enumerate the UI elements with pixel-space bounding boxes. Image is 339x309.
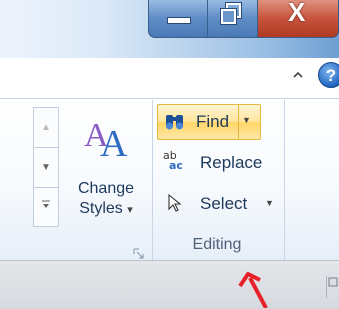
change-styles-button[interactable]: A A Change Styles ▾ [64, 104, 148, 230]
close-button[interactable]: X [258, 0, 339, 38]
split-divider [238, 105, 239, 139]
find-label: Find [196, 112, 230, 131]
ribbon-tab-strip [0, 58, 339, 98]
find-button[interactable]: Find ▼ [157, 104, 261, 140]
close-icon: X [288, 0, 306, 27]
title-bar: X [0, 0, 339, 58]
status-bar [0, 260, 339, 309]
binoculars-icon [164, 112, 186, 132]
replace-label: Replace [200, 153, 263, 172]
select-label: Select [200, 194, 248, 213]
dialog-launcher-icon[interactable] [133, 248, 144, 259]
styles-gallery-scroller: ▲ ▼ [33, 107, 59, 227]
minimize-button[interactable] [148, 0, 208, 38]
chevron-down-icon: ▼ [265, 198, 274, 208]
svg-text:A: A [100, 123, 128, 160]
chevron-down-icon: ▾ [127, 204, 133, 216]
restore-icon [220, 2, 243, 25]
cursor-arrow-icon [167, 193, 183, 212]
restore-button[interactable] [208, 0, 258, 38]
gallery-more-button[interactable] [34, 188, 58, 228]
replace-icon: ab ac [163, 149, 183, 172]
change-styles-icon: A A [82, 110, 132, 165]
replace-button[interactable]: ab ac Replace [157, 146, 279, 180]
annotation-arrow-icon [238, 272, 268, 308]
status-corner-icon [326, 276, 339, 298]
minimize-ribbon-icon[interactable] [291, 68, 305, 82]
minimize-icon [167, 17, 191, 24]
change-styles-label: Change Styles ▾ [77, 180, 135, 217]
gallery-scroll-down-button[interactable]: ▼ [34, 148, 58, 188]
gallery-scroll-up-button[interactable]: ▲ [34, 108, 58, 148]
editing-group-label: Editing [192, 236, 242, 253]
select-button[interactable]: Select ▼ [157, 186, 279, 220]
help-icon[interactable]: ? [318, 62, 339, 88]
chevron-down-icon[interactable]: ▼ [242, 115, 251, 125]
group-divider [284, 100, 285, 260]
